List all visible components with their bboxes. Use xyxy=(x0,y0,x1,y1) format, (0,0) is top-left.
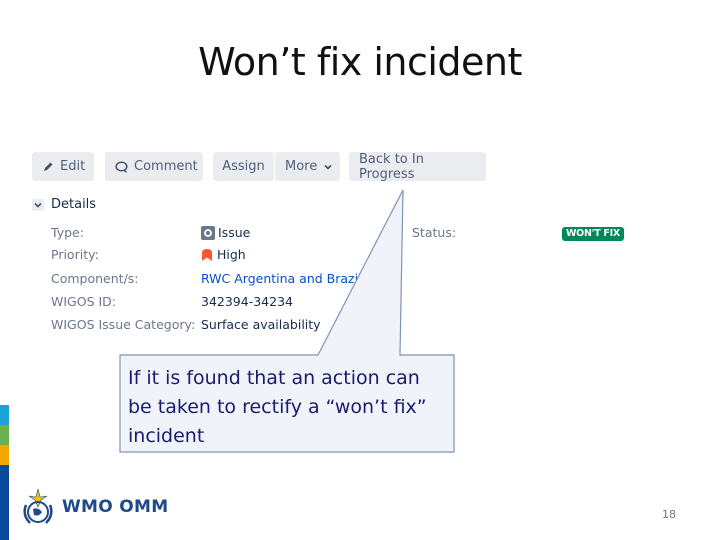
brand-stripe-cyan xyxy=(0,405,9,425)
wmo-emblem-icon xyxy=(20,487,56,527)
brand-stripe-blue xyxy=(0,465,9,540)
wmo-logo: WMO OMM xyxy=(20,487,168,527)
page-number: 18 xyxy=(662,508,676,521)
wmo-logo-text: WMO OMM xyxy=(62,497,169,517)
brand-stripe-green xyxy=(0,425,9,445)
callout-shape xyxy=(119,189,455,453)
callout-text: If it is found that an action can be tak… xyxy=(128,367,427,447)
brand-stripe-orange xyxy=(0,445,9,465)
